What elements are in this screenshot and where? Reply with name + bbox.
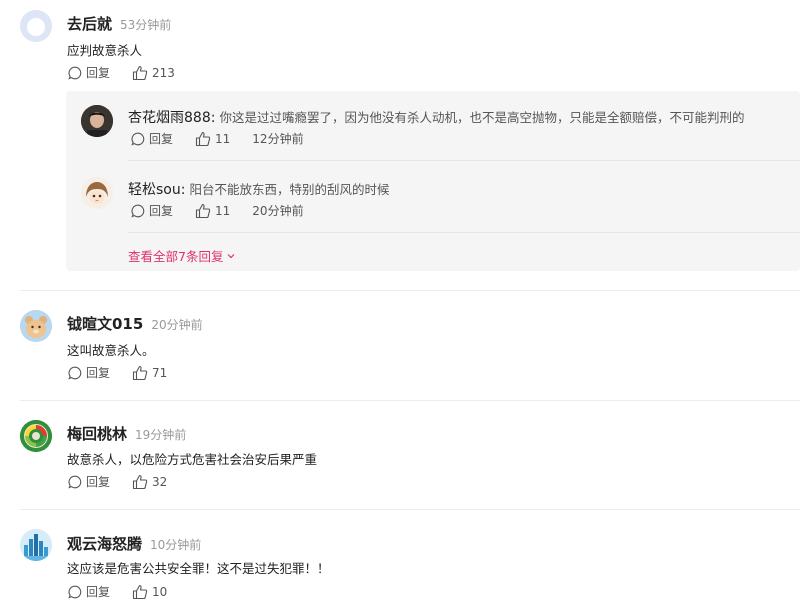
like-button[interactable]: 11 — [195, 203, 230, 219]
reply-icon — [131, 204, 145, 218]
reply-icon — [68, 585, 82, 599]
comment-text: 应判故意杀人 — [67, 43, 143, 58]
chevron-down-icon — [228, 253, 235, 258]
thumbs-up-icon — [132, 584, 148, 599]
like-button[interactable]: 71 — [132, 365, 167, 381]
like-button[interactable]: 213 — [132, 65, 175, 81]
divider — [128, 232, 800, 233]
like-count: 10 — [152, 584, 168, 599]
username-text[interactable]: 观云海怒腾 — [67, 535, 142, 553]
like-count: 71 — [152, 365, 168, 380]
cartoon-avatar-icon — [81, 177, 113, 209]
like-count: 32 — [152, 474, 168, 489]
comment-time: 10分钟前 — [150, 538, 202, 552]
replies-panel: 杏花烟雨888: 你这是过过嘴瘾罢了，因为他没有杀人动机，也不是高空抛物，只能是… — [66, 91, 800, 271]
like-count: 11 — [215, 203, 231, 218]
reply-label: 回复 — [86, 66, 111, 80]
reply-button[interactable]: 回复 — [68, 364, 110, 381]
reply-icon — [68, 66, 82, 80]
thumbs-up-icon — [132, 474, 148, 489]
like-count: 213 — [152, 65, 175, 80]
view-all-label: 查看全部7条回复 — [128, 249, 224, 264]
divider — [128, 160, 800, 161]
thumbs-up-icon — [132, 365, 148, 380]
like-button[interactable]: 10 — [132, 584, 167, 600]
reply-text: 你这是过过嘴瘾罢了，因为他没有杀人动机，也不是高空抛物，只能是全额赔偿，不可能判… — [219, 110, 745, 125]
username-text[interactable]: 去后就 — [67, 15, 112, 33]
reply-label: 回复 — [86, 475, 111, 489]
reply-label: 回复 — [149, 204, 174, 218]
comment-actions: 回复 32 — [68, 473, 167, 490]
divider — [20, 509, 800, 510]
reply-label: 回复 — [149, 132, 174, 146]
reply-button[interactable]: 回复 — [131, 130, 173, 147]
avatar[interactable] — [81, 105, 113, 137]
reply-button[interactable]: 回复 — [68, 473, 110, 490]
comment-actions: 回复 10 — [68, 583, 167, 600]
reply-label: 回复 — [86, 585, 111, 599]
reply-actions: 回复 11 12分钟前 — [131, 130, 304, 147]
comment-username[interactable]: 钺暄文015 20分钟前 — [67, 313, 203, 334]
reply-button[interactable]: 回复 — [68, 583, 110, 600]
ring-avatar-icon — [20, 420, 52, 452]
comment-text: 这应该是危害公共安全罪！这不是过失犯罪！！ — [67, 561, 330, 576]
view-all-replies-link[interactable]: 查看全部7条回复 — [128, 246, 237, 265]
reply-username[interactable]: 杏花烟雨888: — [128, 110, 215, 126]
avatar[interactable] — [81, 177, 113, 209]
avatar[interactable] — [20, 420, 52, 452]
avatar[interactable] — [20, 10, 52, 42]
reply-actions: 回复 11 20分钟前 — [131, 202, 304, 219]
avatar[interactable] — [20, 529, 52, 561]
thumbs-up-icon — [132, 65, 148, 80]
reply-button[interactable]: 回复 — [68, 64, 110, 81]
reply-time: 12分钟前 — [252, 132, 304, 146]
like-button[interactable]: 32 — [132, 474, 167, 490]
reply-line: 杏花烟雨888: 你这是过过嘴瘾罢了，因为他没有杀人动机，也不是高空抛物，只能是… — [128, 107, 744, 127]
reply-time: 20分钟前 — [252, 204, 304, 218]
reply-icon — [131, 132, 145, 146]
divider — [20, 290, 800, 291]
comment-username[interactable]: 去后就 53分钟前 — [67, 13, 171, 34]
bear-avatar-icon — [20, 310, 52, 342]
reply-label: 回复 — [86, 366, 111, 380]
comment-actions: 回复 71 — [68, 364, 167, 381]
avatar[interactable] — [20, 310, 52, 342]
like-count: 11 — [215, 131, 231, 146]
comment-actions: 回复 213 — [68, 64, 175, 81]
reply-username[interactable]: 轻松sou: — [128, 182, 185, 198]
reply-button[interactable]: 回复 — [131, 202, 173, 219]
reply-icon — [68, 475, 82, 489]
comment-username[interactable]: 观云海怒腾 10分钟前 — [67, 533, 201, 554]
username-text[interactable]: 钺暄文015 — [67, 315, 143, 333]
default-avatar-icon — [20, 10, 52, 42]
comment-time: 19分钟前 — [135, 428, 187, 442]
thumbs-up-icon — [195, 131, 211, 146]
username-text[interactable]: 梅回桃林 — [67, 425, 127, 443]
comment-text: 这叫故意杀人。 — [67, 343, 155, 358]
cityscape-avatar-icon — [20, 529, 52, 561]
like-button[interactable]: 11 — [195, 131, 230, 147]
comment-text: 故意杀人，以危险方式危害社会治安后果严重 — [67, 452, 318, 467]
divider — [20, 400, 800, 401]
user-photo-icon — [81, 105, 113, 137]
comment-time: 20分钟前 — [151, 318, 203, 332]
comment-time: 53分钟前 — [120, 18, 172, 32]
reply-text: 阳台不能放东西，特别的刮风的时候 — [189, 182, 390, 197]
reply-line: 轻松sou: 阳台不能放东西，特别的刮风的时候 — [128, 179, 389, 199]
comment-username[interactable]: 梅回桃林 19分钟前 — [67, 423, 186, 444]
reply-icon — [68, 366, 82, 380]
thumbs-up-icon — [195, 203, 211, 218]
